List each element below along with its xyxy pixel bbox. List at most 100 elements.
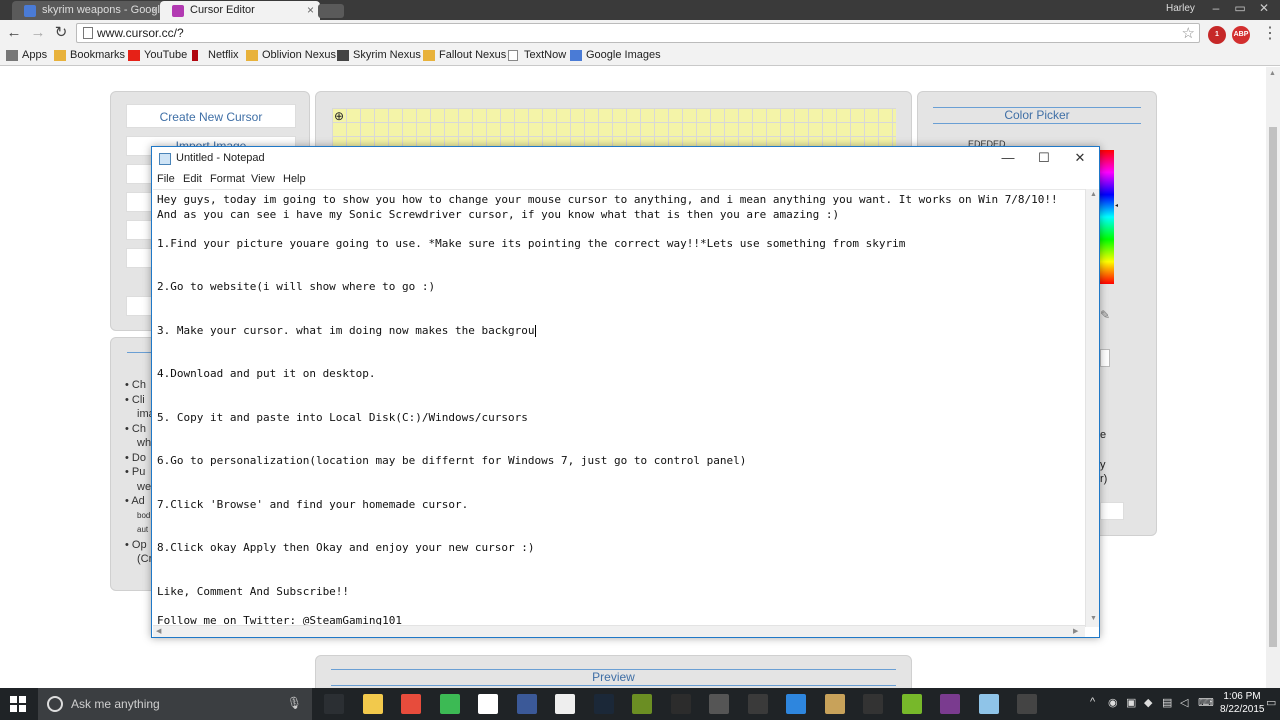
app-icon[interactable] (555, 694, 575, 714)
tray-app-icon[interactable]: ▣ (1126, 696, 1136, 709)
close-icon[interactable]: ✕ (1062, 147, 1098, 169)
scroll-right-icon[interactable]: ▶ (1073, 627, 1078, 635)
cortana-search-box[interactable]: Ask me anything 🎙 (38, 688, 312, 720)
maximize-icon[interactable]: ▭ (1228, 0, 1252, 18)
notepad-icon[interactable] (979, 694, 999, 714)
menu-format[interactable]: Format (210, 173, 245, 185)
game-icon[interactable] (709, 694, 729, 714)
app-window-icon[interactable] (786, 694, 806, 714)
color-field[interactable] (1100, 502, 1124, 520)
address-bar[interactable]: www.cursor.cc/? ☆ (76, 23, 1200, 43)
menu-edit[interactable]: Edit (183, 173, 202, 185)
menu-view[interactable]: View (251, 173, 275, 185)
eyedropper-icon[interactable]: ✎ (1100, 308, 1110, 322)
winrar-icon[interactable] (940, 694, 960, 714)
notepad-line: 4.Download and put it on desktop. (157, 367, 376, 380)
scroll-down-icon[interactable]: ▼ (1090, 615, 1097, 622)
notepad-title: Untitled - Notepad (176, 152, 265, 164)
notepad-line (157, 222, 1085, 237)
notepad-title-bar[interactable]: Untitled - Notepad — ☐ ✕ (152, 147, 1099, 171)
cursor-favicon-icon (172, 5, 184, 17)
divider (331, 685, 896, 686)
vortex-icon[interactable] (632, 694, 652, 714)
obs-icon[interactable] (748, 694, 768, 714)
close-tab-icon[interactable]: × (307, 1, 314, 20)
netflix-app-icon[interactable] (478, 694, 498, 714)
page-scrollbar[interactable]: ▲ (1266, 67, 1280, 688)
scroll-up-icon[interactable]: ▲ (1269, 70, 1276, 77)
utorrent-icon[interactable] (902, 694, 922, 714)
task-view-icon[interactable] (324, 694, 344, 714)
microphone-icon[interactable]: 🎙 (287, 696, 302, 710)
menu-help[interactable]: Help (283, 173, 306, 185)
scroll-left-icon[interactable]: ◀ (156, 627, 161, 635)
minimize-icon[interactable]: — (990, 147, 1026, 169)
browser-tab-bar: skyrim weapons - Google × Cursor Editor … (0, 0, 1280, 20)
chrome-icon[interactable] (440, 694, 460, 714)
reload-icon[interactable]: ↻ (51, 23, 71, 43)
network-icon[interactable]: ▤ (1162, 696, 1172, 709)
notepad-icon (159, 153, 171, 165)
bookmark-apps[interactable]: Apps (6, 49, 47, 61)
bookmark-skyrim-nexus[interactable]: Skyrim Nexus (337, 49, 421, 61)
scroll-up-icon[interactable]: ▲ (1090, 191, 1097, 198)
puzzle-icon[interactable] (825, 694, 845, 714)
facebook-icon[interactable] (517, 694, 537, 714)
tray-steam-icon[interactable]: ◉ (1108, 696, 1118, 709)
bookmark-google-images[interactable]: Google Images (570, 49, 661, 61)
windows-start-icon[interactable] (10, 696, 26, 712)
notepad-line (157, 353, 1085, 368)
bookmark-star-icon[interactable]: ☆ (1182, 24, 1195, 42)
notepad-window[interactable]: Untitled - Notepad — ☐ ✕ File Edit Forma… (151, 146, 1100, 638)
hue-marker-icon[interactable]: ◂ (1115, 202, 1118, 209)
notepad-text-area[interactable]: Hey guys, today im going to show you how… (153, 189, 1085, 627)
tab-cursor-editor[interactable]: Cursor Editor × (160, 1, 320, 20)
skyrim-icon[interactable] (671, 694, 691, 714)
cursor-drawing-grid[interactable] (332, 108, 896, 148)
scroll-thumb[interactable] (1269, 127, 1277, 647)
page-info-icon[interactable] (83, 27, 93, 39)
chrome-menu-icon[interactable]: ⋮ (1262, 23, 1278, 43)
menu-file[interactable]: File (157, 173, 175, 185)
bookmark-bookmarks[interactable]: Bookmarks (54, 49, 125, 61)
keyboard-icon[interactable]: ⌨ (1198, 696, 1214, 709)
crosshair-icon[interactable]: ⊕ (334, 109, 344, 123)
create-new-cursor-button[interactable]: Create New Cursor (126, 104, 296, 128)
photo-icon[interactable] (1017, 694, 1037, 714)
tab-skyrim-weapons[interactable]: skyrim weapons - Google × (12, 1, 164, 20)
steam-icon[interactable] (594, 694, 614, 714)
minimize-icon[interactable]: – (1204, 0, 1228, 18)
system-clock[interactable]: 1:06 PM 8/22/2015 (1220, 690, 1265, 716)
vlc-icon[interactable] (863, 694, 883, 714)
new-tab-button[interactable] (318, 4, 344, 18)
bookmark-netflix[interactable]: Netflix (192, 49, 239, 61)
close-window-icon[interactable]: ✕ (1252, 0, 1276, 18)
horizontal-scrollbar[interactable]: ◀ ▶ (153, 625, 1085, 637)
bookmark-oblivion-nexus[interactable]: Oblivion Nexus (246, 49, 336, 61)
hue-slider[interactable] (1100, 150, 1114, 284)
forward-arrow-icon[interactable]: → (28, 23, 48, 43)
folder-icon (54, 50, 66, 61)
bookmark-textnow[interactable]: TextNow (508, 49, 566, 61)
adblock-icon[interactable]: ABP (1232, 26, 1250, 44)
tray-app-icon[interactable]: ◆ (1144, 696, 1152, 709)
color-input[interactable] (1100, 349, 1110, 367)
taskbar: Ask me anything 🎙 ^ ◉ ▣ ◆ ▤ ◁ ⌨ 1:06 PM … (0, 688, 1280, 720)
profile-name[interactable]: Harley (1166, 3, 1195, 14)
music-app-icon[interactable] (401, 694, 421, 714)
tray-chevron-icon[interactable]: ^ (1090, 696, 1095, 708)
volume-icon[interactable]: ◁ (1180, 696, 1188, 709)
vertical-scrollbar[interactable]: ▲ ▼ (1085, 189, 1099, 627)
notepad-line (157, 396, 1085, 411)
notepad-line: 3. Make your cursor. what im doing now m… (157, 323, 536, 337)
notepad-line (157, 382, 1085, 397)
close-tab-icon[interactable]: × (151, 1, 158, 20)
bookmark-youtube[interactable]: YouTube (128, 49, 187, 61)
bookmark-fallout-nexus[interactable]: Fallout Nexus (423, 49, 506, 61)
back-arrow-icon[interactable]: ← (4, 23, 24, 43)
notepad-line: 6.Go to personalization(location may be … (157, 454, 747, 467)
file-explorer-icon[interactable] (363, 694, 383, 714)
gear-badge-icon[interactable]: 1 (1208, 26, 1226, 44)
maximize-icon[interactable]: ☐ (1026, 147, 1062, 169)
notifications-icon[interactable]: ▭ (1266, 696, 1276, 709)
